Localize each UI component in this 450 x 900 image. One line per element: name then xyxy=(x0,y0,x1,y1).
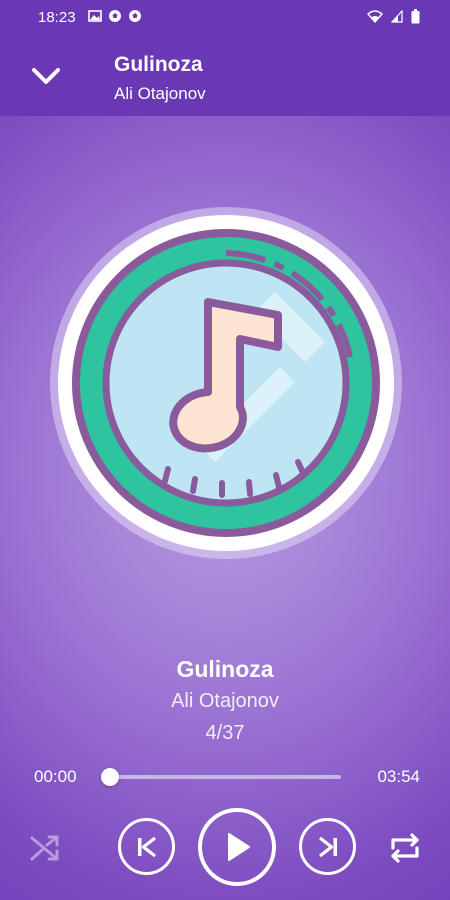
total-time: 03:54 xyxy=(377,767,420,786)
soccer-ball-icon xyxy=(109,10,121,22)
next-button[interactable] xyxy=(299,818,356,875)
repeat-icon xyxy=(391,833,419,863)
app-toolbar: Gulinoza Ali Otajonov xyxy=(0,36,450,116)
signal-icon xyxy=(391,10,403,23)
play-icon xyxy=(228,833,250,861)
status-notification-icons xyxy=(88,9,142,23)
current-time: 00:00 xyxy=(34,767,77,786)
image-icon xyxy=(88,10,102,22)
seek-thumb[interactable] xyxy=(101,768,119,786)
album-art xyxy=(50,207,402,559)
status-time: 18:23 xyxy=(38,9,76,26)
seek-bar[interactable] xyxy=(101,768,341,786)
track-position: 4/37 xyxy=(205,722,245,744)
status-bar: 18:23 xyxy=(0,0,450,36)
previous-button[interactable] xyxy=(118,818,175,875)
status-system-icons xyxy=(367,9,420,24)
shuffle-button[interactable] xyxy=(22,825,68,871)
wifi-icon xyxy=(367,10,383,23)
shuffle-icon xyxy=(30,835,59,861)
battery-icon xyxy=(411,9,420,24)
skip-next-icon xyxy=(318,836,337,857)
music-note-disc-icon xyxy=(50,207,402,559)
play-button[interactable] xyxy=(198,808,276,886)
toolbar-title: Gulinoza xyxy=(114,53,203,76)
repeat-button[interactable] xyxy=(382,825,428,871)
collapse-button[interactable] xyxy=(22,56,70,96)
chevron-down-icon xyxy=(32,68,60,84)
toolbar-artist: Ali Otajonov xyxy=(114,84,206,103)
skip-previous-icon xyxy=(137,836,156,857)
track-title: Gulinoza xyxy=(176,656,274,682)
track-artist: Ali Otajonov xyxy=(171,690,279,712)
soccer-ball-icon xyxy=(129,10,141,22)
